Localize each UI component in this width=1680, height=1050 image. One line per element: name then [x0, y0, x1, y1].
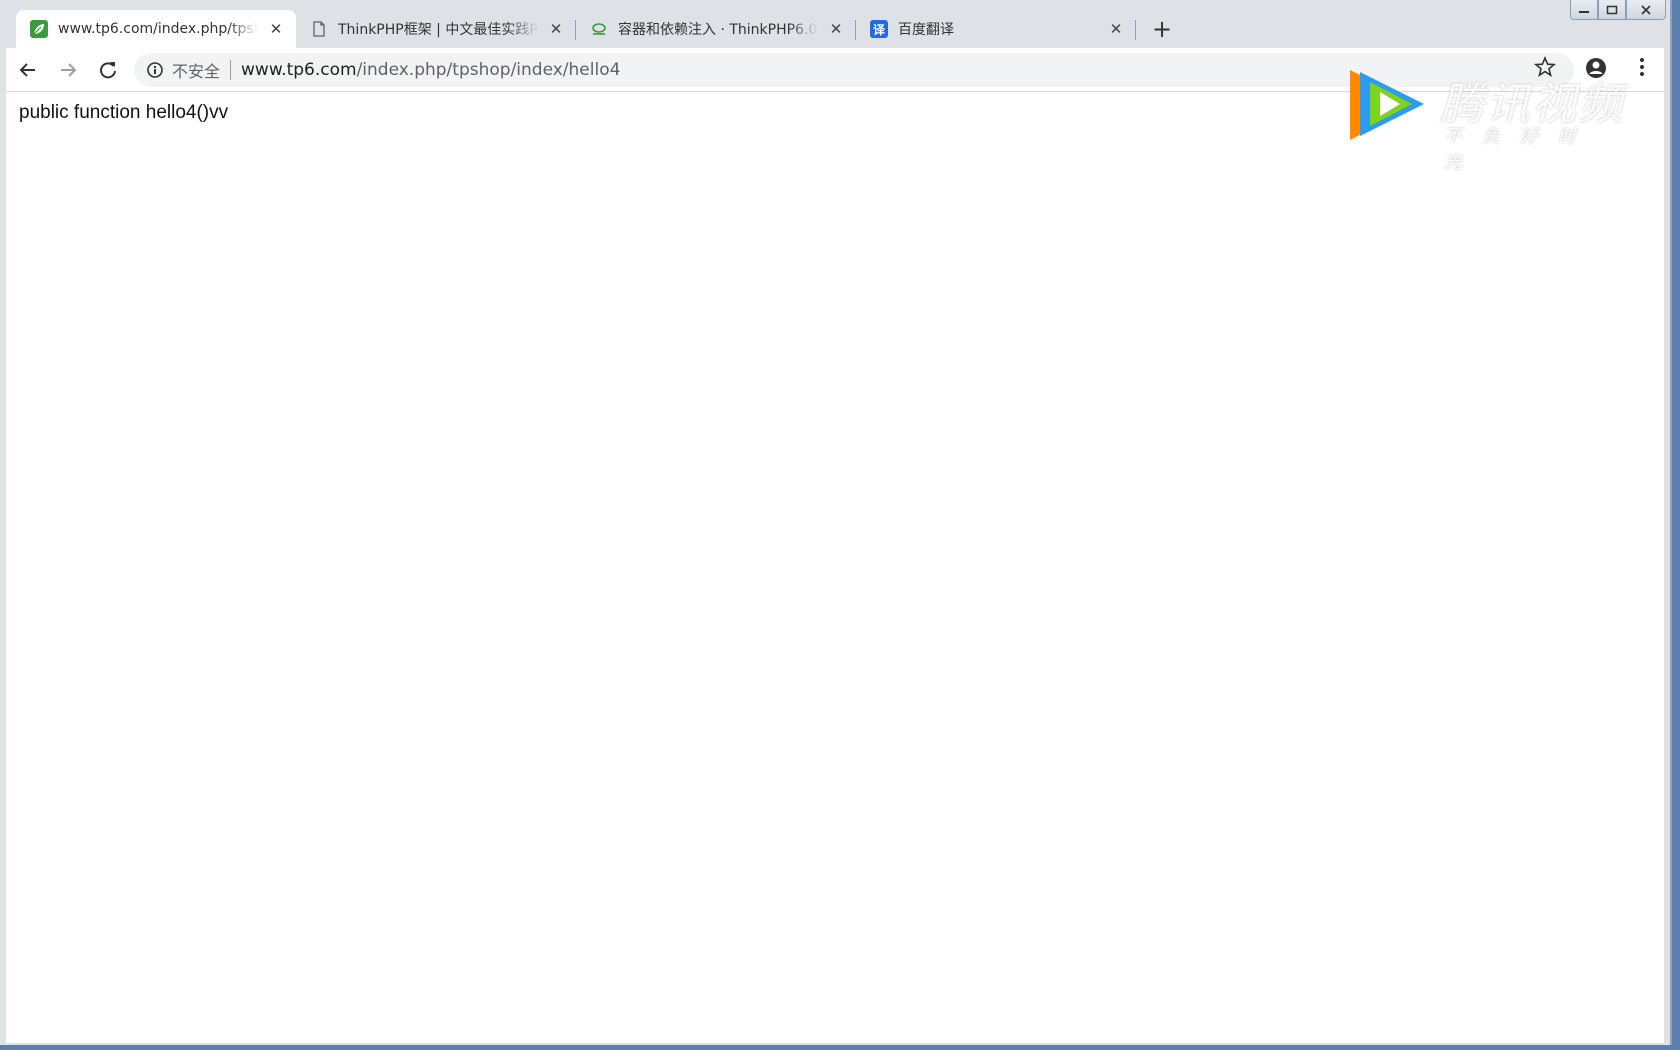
tab-container-di[interactable]: 容器和依赖注入 · ThinkPHP6.0完 ✕: [576, 10, 856, 48]
baidu-translate-icon: 译: [870, 20, 888, 38]
tencent-video-watermark: 腾讯视频 不负好时光: [1340, 64, 1630, 173]
security-label[interactable]: 不安全: [172, 58, 220, 82]
reload-icon: [100, 61, 116, 78]
info-icon[interactable]: [146, 61, 164, 79]
page-content: public function hello4()vv: [6, 92, 1664, 1043]
close-window-button[interactable]: [1626, 0, 1666, 20]
omnibox-divider: [230, 59, 232, 80]
window-controls: [1570, 0, 1666, 20]
tab-title: 容器和依赖注入 · ThinkPHP6.0完: [618, 22, 818, 38]
tab-thinkphp[interactable]: ThinkPHP框架 | 中文最佳实践PHP ✕: [296, 10, 576, 48]
maximize-button[interactable]: [1598, 0, 1626, 20]
page-body-text: public function hello4()vv: [19, 102, 229, 123]
reload-button[interactable]: [90, 52, 126, 88]
play-logo-icon: [1350, 70, 1424, 140]
forward-button[interactable]: [50, 52, 86, 88]
close-icon[interactable]: ✕: [548, 20, 564, 38]
tab-tp6-hello4[interactable]: www.tp6.com/index.php/tpshop ✕: [16, 10, 296, 48]
watermark-slogan: 不负好时光: [1444, 126, 1596, 173]
page-icon: [310, 20, 328, 38]
back-arrow-icon: [19, 62, 35, 77]
tab-title: 百度翻译: [898, 22, 954, 38]
new-tab-button[interactable]: +: [1140, 10, 1184, 48]
browser-window: www.tp6.com/index.php/tpshop ✕ ThinkPHP框…: [0, 0, 1672, 1045]
forward-arrow-icon: [61, 62, 77, 77]
tab-strip: www.tp6.com/index.php/tpshop ✕ ThinkPHP框…: [16, 10, 1184, 48]
close-icon[interactable]: ✕: [268, 20, 284, 38]
close-icon[interactable]: ✕: [1108, 20, 1124, 38]
tab-baidu-translate[interactable]: 译 百度翻译 ✕: [856, 10, 1136, 48]
back-button[interactable]: [10, 52, 46, 88]
url-host: www.tp6.com: [241, 59, 357, 80]
url-path: /index.php/tpshop/index/hello4: [356, 59, 621, 80]
close-icon[interactable]: ✕: [828, 20, 844, 38]
minimize-button[interactable]: [1570, 0, 1598, 20]
tab-title: ThinkPHP框架 | 中文最佳实践PHP: [338, 22, 538, 38]
cloud-icon: [590, 20, 608, 38]
menu-icon[interactable]: [1638, 56, 1646, 82]
tab-separator: [1135, 20, 1136, 40]
desktop-edge: [0, 1045, 1680, 1050]
tab-title: www.tp6.com/index.php/tpshop: [58, 21, 258, 37]
leaf-icon: [30, 20, 48, 38]
